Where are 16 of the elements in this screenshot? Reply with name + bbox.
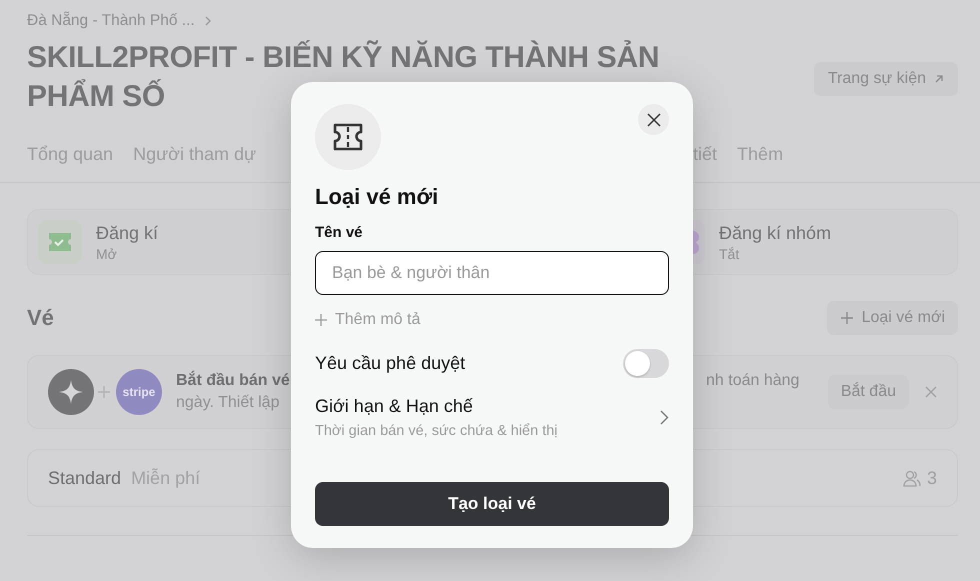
limits-subtitle: Thời gian bán vé, sức chứa & hiển thị	[315, 423, 558, 439]
banner-title: Bắt đầu bán vé	[176, 372, 291, 390]
card-status: Tắt	[719, 246, 740, 262]
approval-label: Yêu cầu phê duyệt	[315, 353, 466, 374]
dialog-title: Loại vé mới	[315, 184, 440, 210]
banner-title-continued: nh toán hàng	[706, 372, 800, 390]
stripe-logo: stripe	[116, 369, 162, 415]
banner-subtitle: ngày. Thiết lập	[176, 394, 280, 412]
card-title: Đăng kí	[96, 222, 158, 244]
field-label: Tên vé	[315, 224, 364, 241]
card-title: Đăng kí nhóm	[719, 222, 832, 244]
card-status: Mở	[96, 246, 118, 262]
event-title: SKILL2PROFIT - BIẾN KỸ NĂNG THÀNH SẢN PHẨM SỐ	[27, 39, 660, 115]
section-heading: Vé	[27, 305, 54, 331]
limits-title: Giới hạn & Hạn chế	[315, 396, 474, 417]
ticket-name: Standard	[48, 468, 122, 488]
